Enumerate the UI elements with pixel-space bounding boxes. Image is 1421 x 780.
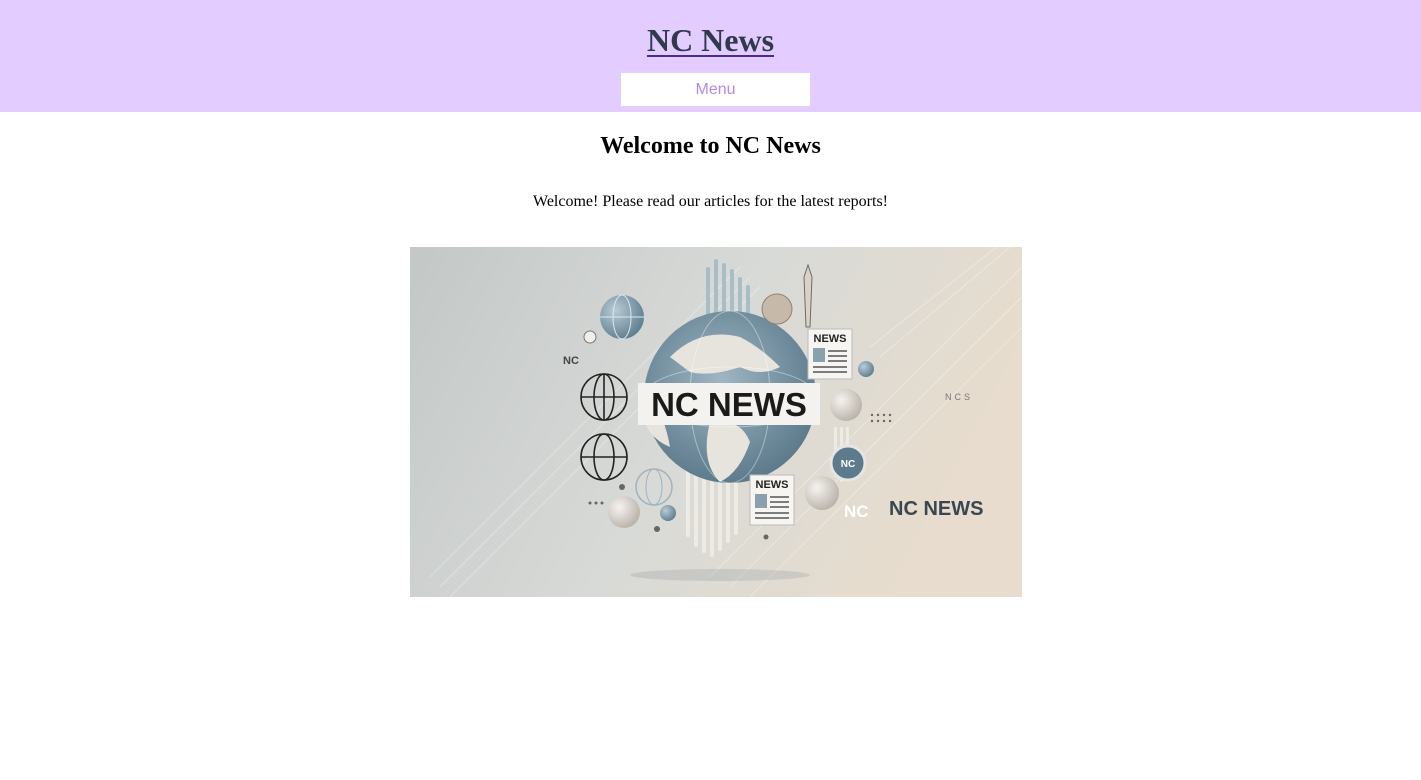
site-title-link[interactable]: NC News xyxy=(647,0,774,59)
news-badge-1: NEWS xyxy=(814,333,847,345)
corner-logo-nc: NC xyxy=(844,502,869,521)
corner-logo-news: NC NEWS xyxy=(889,498,983,520)
news-badge-2: NEWS xyxy=(756,479,789,491)
main-content: Welcome to NC News Welcome! Please read … xyxy=(0,112,1421,212)
menu-button[interactable]: Menu xyxy=(621,73,810,106)
hero-banner-text: NC NEWS xyxy=(651,386,807,423)
small-label-left: NC xyxy=(563,355,579,367)
orb-label: NC xyxy=(841,459,855,470)
site-header: NC News Menu xyxy=(0,0,1421,112)
hero-image: NC NEWS NC NEWS NEWS NC NCS NC NC NEWS xyxy=(410,247,1022,597)
small-label-right: NCS xyxy=(945,392,973,402)
welcome-text: Welcome! Please read our articles for th… xyxy=(533,193,888,210)
page-heading: Welcome to NC News xyxy=(600,133,821,159)
